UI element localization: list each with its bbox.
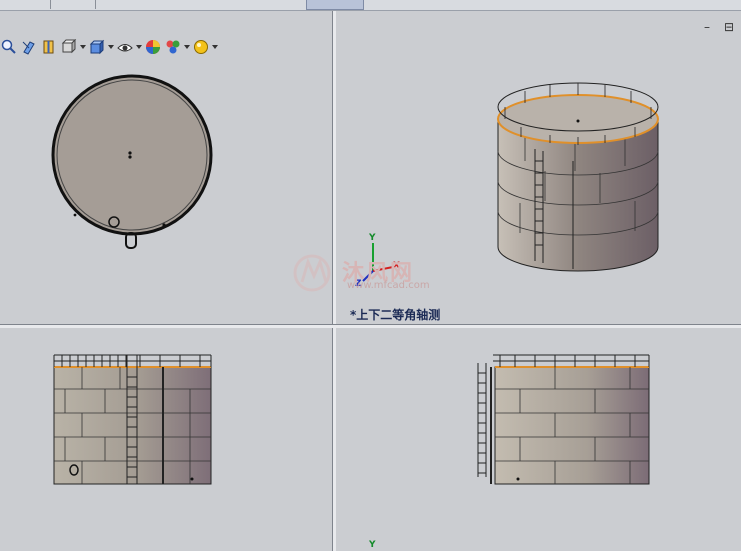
section-view-icon[interactable]: [40, 38, 58, 56]
chevron-down-icon[interactable]: [184, 38, 190, 56]
tank-right-view: [477, 354, 650, 485]
restore-button[interactable]: ⊟: [724, 20, 734, 34]
minimize-button[interactable]: –: [704, 20, 710, 34]
chevron-down-icon[interactable]: [80, 38, 86, 56]
previous-view-icon[interactable]: [20, 38, 38, 56]
chevron-down-icon[interactable]: [108, 38, 114, 56]
watermark-url: www.mfcad.com: [347, 280, 430, 291]
viewport-right[interactable]: Y: [335, 327, 741, 551]
viewport-front[interactable]: [0, 327, 332, 551]
view-orientation-icon[interactable]: [60, 38, 78, 56]
apply-scene-icon[interactable]: [164, 38, 182, 56]
horizontal-divider[interactable]: [0, 324, 741, 328]
view-orientation-label: *上下二等角轴测: [350, 308, 441, 322]
chevron-down-icon[interactable]: [212, 38, 218, 56]
edit-appearance-icon[interactable]: [144, 38, 162, 56]
toolbar-tab-1[interactable]: [30, 0, 51, 9]
display-style-icon[interactable]: [88, 38, 106, 56]
toolbar-tab-active[interactable]: [306, 0, 364, 10]
triad-y-label: Y: [369, 233, 376, 243]
top-toolbar-strip: [0, 0, 741, 11]
hide-show-items-icon[interactable]: [116, 38, 134, 56]
toolbar-tab-2[interactable]: [75, 0, 96, 9]
heads-up-view-toolbar: [0, 36, 218, 58]
view-settings-icon[interactable]: [192, 38, 210, 56]
bottom-right-y-label: Y: [369, 540, 376, 550]
zoom-to-area-icon[interactable]: [0, 38, 18, 56]
watermark-logo: [293, 254, 331, 292]
chevron-down-icon[interactable]: [136, 38, 142, 56]
tank-front-view: [53, 354, 212, 485]
